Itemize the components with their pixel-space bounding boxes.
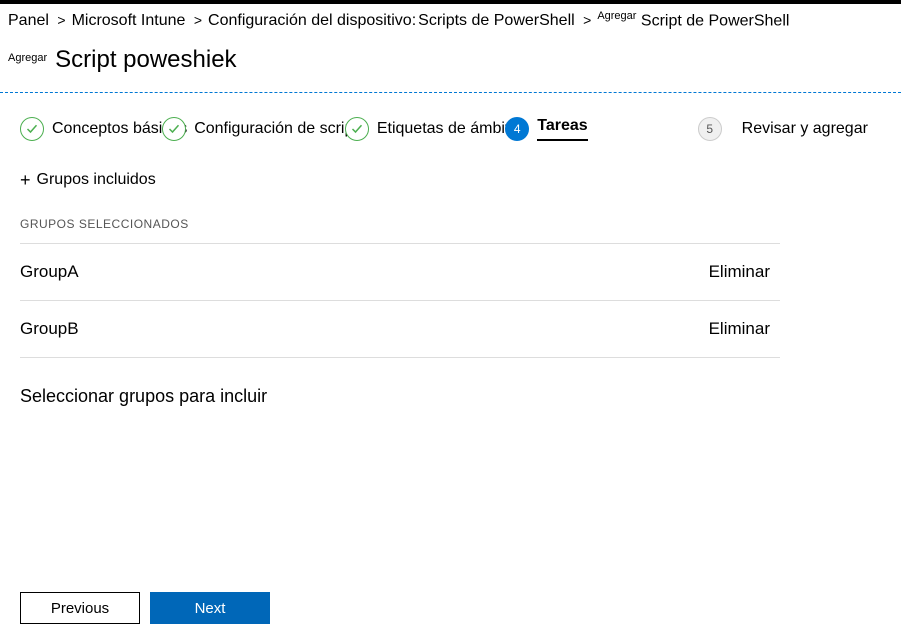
check-icon [345, 117, 369, 141]
wizard-steps: Conceptos básicos Configuración de scrip… [20, 117, 881, 141]
breadcrumb-item-panel[interactable]: Panel > [8, 12, 70, 30]
step-number-icon: 4 [505, 117, 529, 141]
breadcrumb-sep: > [57, 12, 65, 28]
next-button[interactable]: Next [150, 592, 270, 624]
content-area: Conceptos básicos Configuración de scrip… [0, 93, 901, 407]
breadcrumb-label: Microsoft Intune [72, 12, 186, 29]
group-list: GroupA Eliminar GroupB Eliminar [20, 243, 780, 358]
add-included-groups[interactable]: + Grupos incluidos [20, 171, 881, 189]
breadcrumb-label: Script de PowerShell [641, 12, 790, 29]
group-name: GroupA [20, 262, 79, 282]
breadcrumb-sep: > [583, 12, 591, 28]
group-name: GroupB [20, 319, 79, 339]
header-prefix: Agregar [8, 52, 47, 64]
step-label: Etiquetas de ámbito [377, 120, 518, 138]
add-included-label: Grupos incluidos [37, 171, 156, 189]
breadcrumb-item-intune[interactable]: Microsoft Intune > [72, 12, 206, 30]
breadcrumb-label: Configuración del dispositivo: [208, 12, 416, 29]
breadcrumb-label: Scripts de PowerShell [418, 12, 575, 29]
breadcrumb-item-scripts[interactable]: Scripts de PowerShell > [418, 12, 595, 30]
breadcrumb-prefix: Agregar [597, 10, 636, 22]
step-assignments[interactable]: 4 Tareas [520, 117, 587, 141]
breadcrumb-item-add-script[interactable]: Agregar Script de PowerShell [597, 10, 789, 30]
remove-group-link[interactable]: Eliminar [709, 319, 770, 339]
breadcrumb-item-device-config[interactable]: Configuración del dispositivo: [208, 12, 416, 30]
selected-groups-heading: GRUPOS SELECCIONADOS [20, 217, 881, 231]
step-label: Revisar y agregar [742, 120, 868, 138]
breadcrumb-label: Panel [8, 12, 49, 29]
check-icon [162, 117, 186, 141]
previous-button[interactable]: Previous [20, 592, 140, 624]
step-review[interactable]: 5 Revisar y agregar [698, 117, 868, 141]
group-row: GroupA Eliminar [20, 243, 780, 300]
step-script-config[interactable]: Configuración de script [177, 117, 358, 141]
check-icon [20, 117, 44, 141]
breadcrumb: Panel > Microsoft Intune > Configuración… [0, 4, 901, 36]
remove-group-link[interactable]: Eliminar [709, 262, 770, 282]
step-number-icon: 5 [698, 117, 722, 141]
group-row: GroupB Eliminar [20, 300, 780, 358]
footer-buttons: Previous Next [20, 592, 270, 624]
select-groups-to-include[interactable]: Seleccionar grupos para incluir [20, 386, 881, 407]
plus-icon: + [20, 171, 31, 189]
step-label: Configuración de script [194, 120, 358, 138]
step-label: Tareas [537, 117, 587, 141]
step-scope-tags[interactable]: Etiquetas de ámbito [360, 117, 518, 141]
page-title: Script poweshiek [55, 46, 236, 74]
breadcrumb-sep: > [194, 12, 202, 28]
page-header: Agregar Script poweshiek [0, 36, 901, 93]
